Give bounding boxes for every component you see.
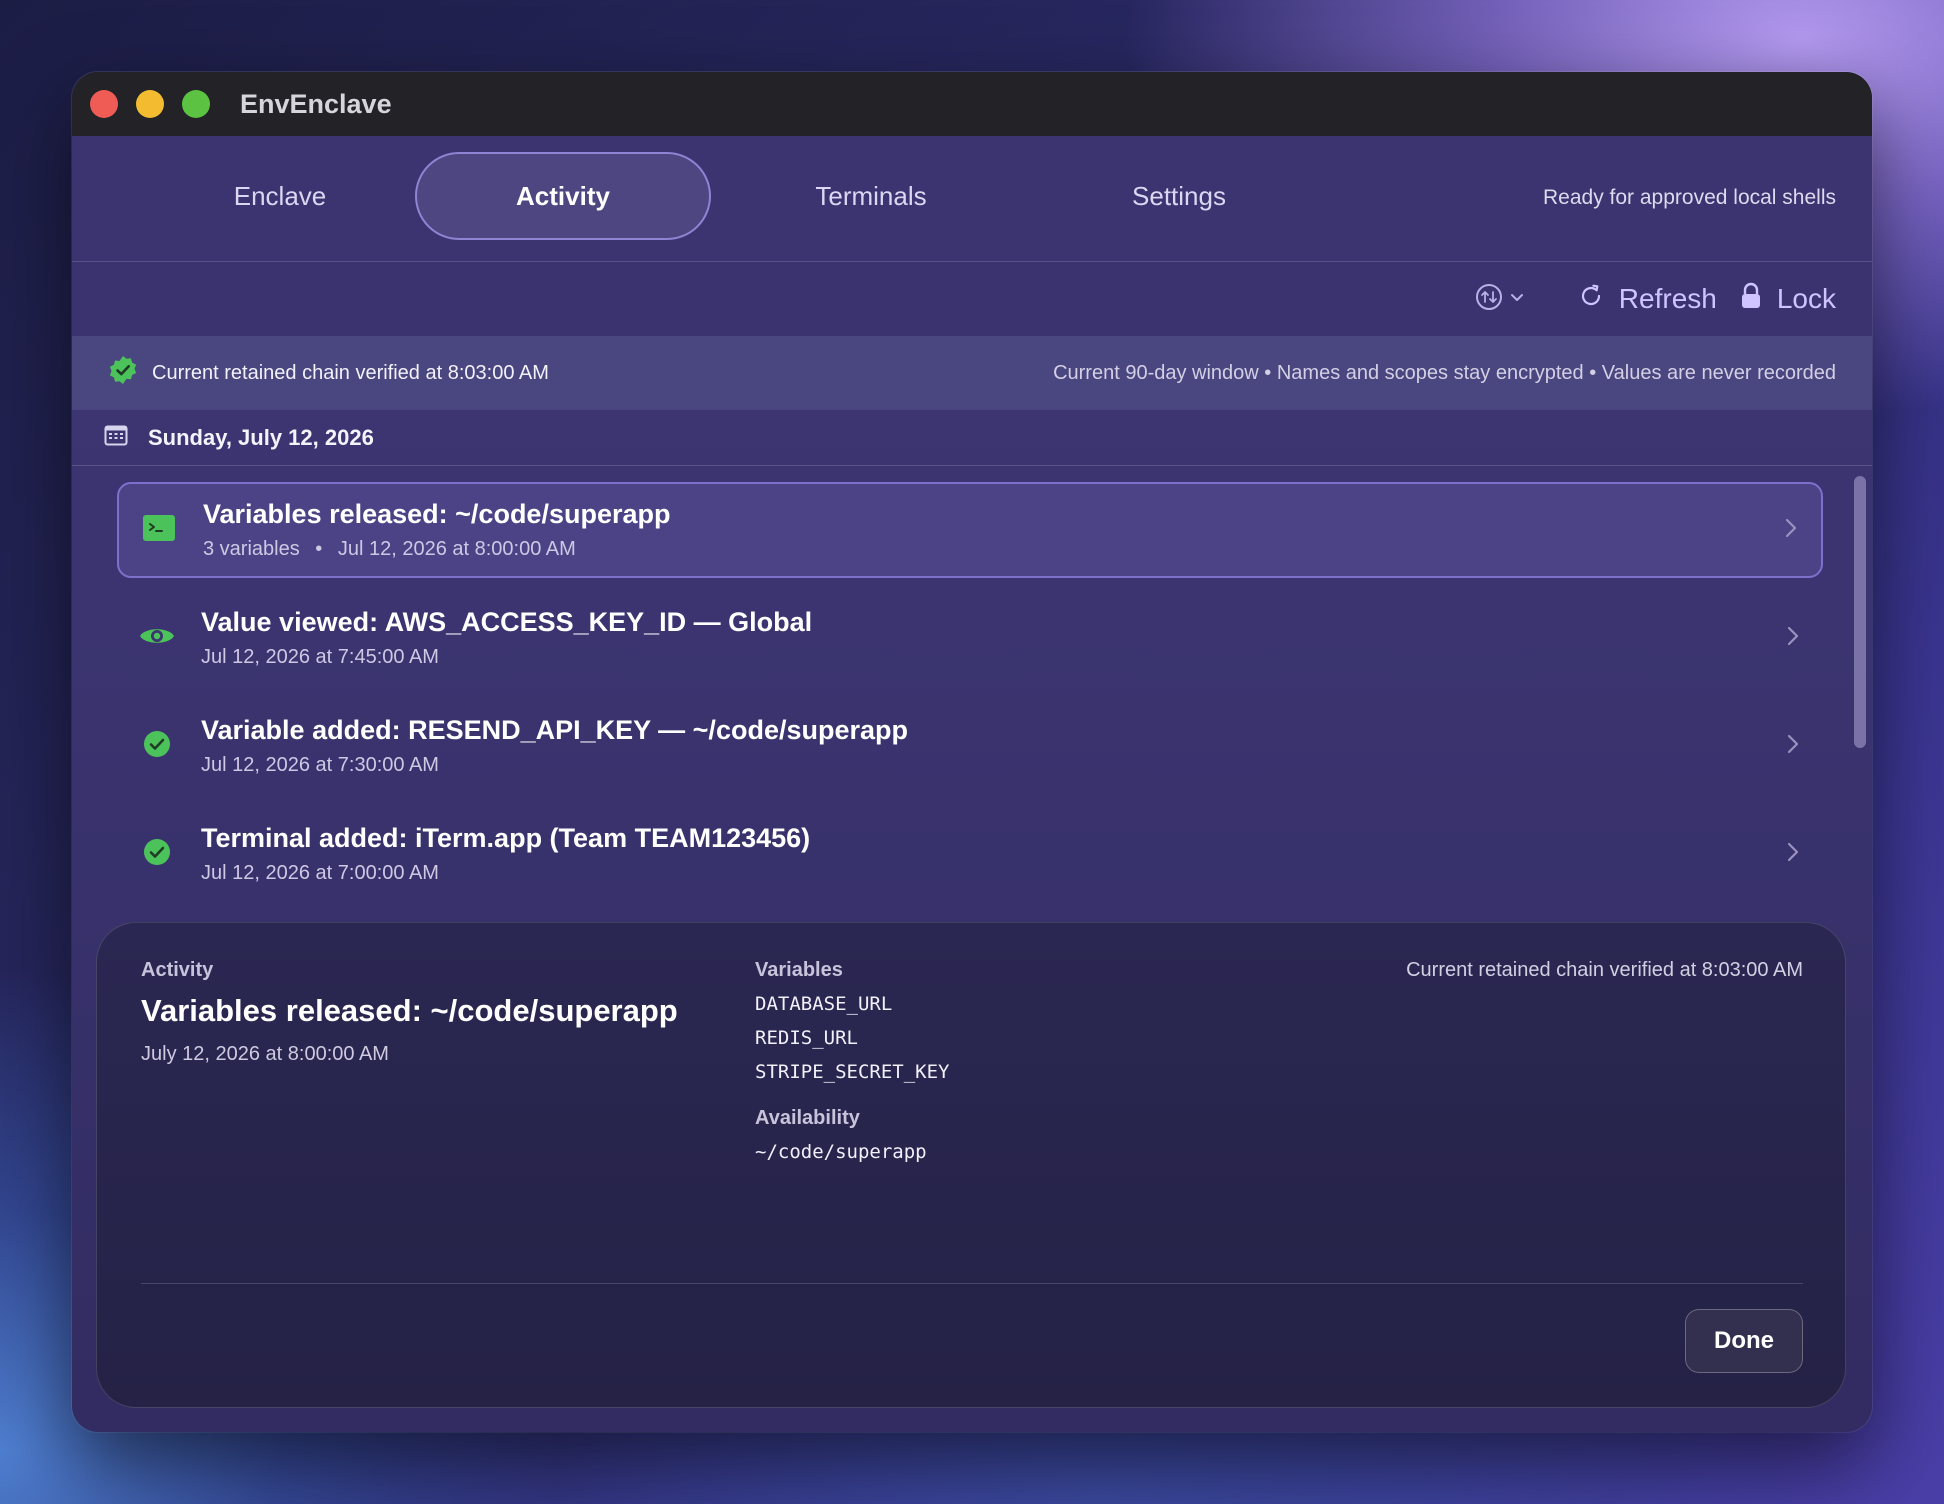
activity-time: Jul 12, 2026 at 7:45:00 AM [201,646,439,668]
activity-title: Variables released: ~/code/superapp [203,499,671,529]
detail-date: July 12, 2026 at 8:00:00 AM [141,1043,389,1065]
check-circle-icon [143,838,171,871]
availability-scope: ~/code/superapp [755,1141,927,1163]
detail-title: Variables released: ~/code/superapp [141,993,678,1028]
tab-settings[interactable]: Settings [1031,152,1327,240]
done-button[interactable]: Done [1685,1309,1803,1373]
activity-count: 3 variables [203,538,300,560]
ready-status-text: Ready for approved local shells [1543,186,1836,209]
check-circle-icon [143,730,171,763]
app-window: EnvEnclave Enclave Activity Terminals Se… [72,72,1872,1432]
sort-order-menu[interactable] [1475,283,1525,316]
detail-verified-text: Current retained chain verified at 8:03:… [1406,959,1803,981]
refresh-icon [1577,282,1619,317]
activity-detail-panel: Activity Variables released: ~/code/supe… [96,922,1846,1408]
lock-button[interactable]: Lock [1739,281,1836,318]
refresh-label: Refresh [1618,283,1717,314]
variable-name: REDIS_URL [755,1027,858,1049]
chevron-right-icon [1786,625,1800,652]
close-window-button[interactable] [90,90,118,118]
terminal-icon [143,514,175,546]
eye-icon [139,624,175,653]
activity-title: Variable added: RESEND_API_KEY — ~/code/… [201,715,908,745]
activity-row[interactable]: Value viewed: AWS_ACCESS_KEY_ID — Global… [117,590,1823,686]
app-title: EnvEnclave [240,88,392,119]
calendar-icon [104,424,148,452]
activity-list: Variables released: ~/code/superapp 3 va… [72,466,1872,926]
verified-badge-icon [108,355,152,391]
detail-divider [141,1283,1803,1284]
verified-chain-text: Current retained chain verified at 8:03:… [152,361,549,384]
activity-time: Jul 12, 2026 at 7:00:00 AM [201,862,439,884]
chevron-down-icon [1509,289,1525,310]
tab-enclave[interactable]: Enclave [132,152,428,240]
variables-label: Variables [755,959,843,981]
chevron-right-icon [1784,517,1798,544]
lock-icon [1739,281,1777,318]
list-scrollbar[interactable] [1854,476,1866,748]
activity-row[interactable]: Variable added: RESEND_API_KEY — ~/code/… [117,698,1823,794]
retention-info-text: Current 90-day window • Names and scopes… [1053,361,1836,384]
separator-dot: • [315,538,323,560]
verification-banner: Current retained chain verified at 8:03:… [72,336,1872,410]
activity-title: Terminal added: iTerm.app (Team TEAM1234… [201,823,811,853]
activity-row[interactable]: Variables released: ~/code/superapp 3 va… [117,482,1823,578]
detail-section-label: Activity [141,959,214,981]
date-header-label: Sunday, July 12, 2026 [148,424,374,450]
variable-name: DATABASE_URL [755,993,893,1015]
lock-label: Lock [1776,283,1836,314]
title-bar: EnvEnclave [72,72,1872,136]
chevron-right-icon [1786,733,1800,760]
chevron-right-icon [1786,841,1800,868]
date-section-header: Sunday, July 12, 2026 [72,410,1872,466]
activity-time: Jul 12, 2026 at 7:30:00 AM [201,754,439,776]
toolbar: Refresh Lock [72,262,1872,336]
availability-label: Availability [755,1107,860,1129]
tab-terminals[interactable]: Terminals [723,152,1019,240]
refresh-button[interactable]: Refresh [1577,282,1717,317]
sort-arrows-icon [1475,283,1503,316]
tab-bar: Enclave Activity Terminals Settings Read… [72,136,1872,262]
activity-time: Jul 12, 2026 at 8:00:00 AM [337,538,576,560]
activity-title: Value viewed: AWS_ACCESS_KEY_ID — Global [201,607,813,637]
zoom-window-button[interactable] [182,90,210,118]
minimize-window-button[interactable] [136,90,164,118]
tab-activity[interactable]: Activity [415,152,711,240]
activity-row[interactable]: Terminal added: iTerm.app (Team TEAM1234… [117,806,1823,902]
variable-name: STRIPE_SECRET_KEY [755,1061,950,1083]
